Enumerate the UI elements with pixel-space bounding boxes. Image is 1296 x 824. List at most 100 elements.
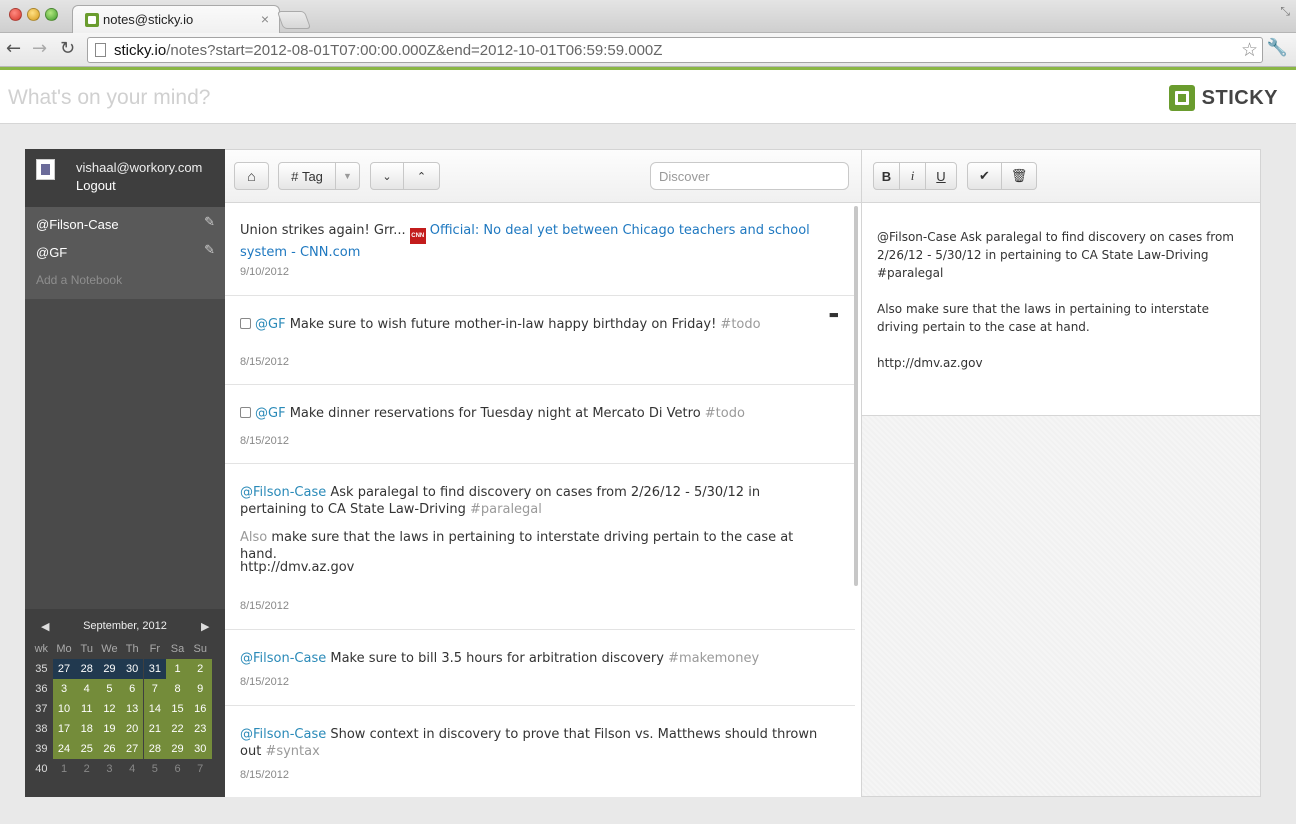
note-item[interactable]: @Filson-Case Show context in discovery t… <box>225 706 855 798</box>
pencil-icon[interactable]: ✎ <box>204 243 215 258</box>
calendar-day[interactable]: 10 <box>52 699 76 719</box>
calendar-day[interactable]: 5 <box>98 679 121 699</box>
calendar-day[interactable]: 15 <box>166 699 189 719</box>
forward-arrow-icon[interactable]: → <box>32 38 47 60</box>
calendar-day[interactable]: 6 <box>166 759 189 779</box>
address-bar[interactable]: sticky.io/notes?start=2012-08-01T07:00:0… <box>87 37 1263 63</box>
logout-link[interactable]: Logout <box>76 178 116 193</box>
calendar-day[interactable]: 22 <box>166 719 189 739</box>
calendar-day[interactable]: 30 <box>188 739 212 759</box>
user-email: vishaal@workory.com <box>76 160 203 175</box>
calendar-day[interactable]: 24 <box>52 739 76 759</box>
calendar-day[interactable]: 19 <box>98 719 121 739</box>
calendar-day[interactable]: 5 <box>144 759 167 779</box>
calendar-day[interactable]: 3 <box>98 759 121 779</box>
pencil-icon[interactable]: ✎ <box>204 215 215 230</box>
expand-all-button[interactable]: ⌄ <box>370 162 404 190</box>
new-tab-button[interactable] <box>276 11 312 29</box>
calendar-day[interactable]: 8 <box>166 679 189 699</box>
calendar-day[interactable]: 12 <box>98 699 121 719</box>
fullscreen-icon[interactable]: ⤡ <box>1280 4 1290 19</box>
tab-close-icon[interactable]: × <box>261 11 269 27</box>
compose-note-input[interactable] <box>8 83 908 113</box>
calendar-day[interactable]: 11 <box>75 699 99 719</box>
calendar-day[interactable]: 9 <box>188 679 212 699</box>
note-hashtag[interactable]: #todo <box>705 406 745 421</box>
calendar-day[interactable]: 13 <box>120 699 144 719</box>
calendar-day[interactable]: 31 <box>143 659 167 679</box>
calendar-day[interactable]: 3 <box>52 679 76 699</box>
window-close-button[interactable] <box>9 8 22 21</box>
note-mention[interactable]: @Filson-Case <box>240 485 326 500</box>
browser-tab-active[interactable]: notes@sticky.io × <box>72 5 280 33</box>
reload-icon[interactable]: ↻ <box>60 38 75 60</box>
calendar-day[interactable]: 21 <box>143 719 167 739</box>
calendar-day[interactable]: 29 <box>166 739 189 759</box>
home-button[interactable]: ⌂ <box>234 162 269 190</box>
collapse-all-button[interactable]: ⌃ <box>403 162 440 190</box>
note-item[interactable]: @Filson-Case Make sure to bill 3.5 hours… <box>225 630 855 706</box>
calendar-day[interactable]: 20 <box>120 719 144 739</box>
note-hashtag[interactable]: #syntax <box>265 744 319 759</box>
note-item[interactable]: @GF Make dinner reservations for Tuesday… <box>225 385 855 464</box>
calendar-day[interactable]: 7 <box>189 759 212 779</box>
mark-done-button[interactable]: ✔ <box>967 162 1002 190</box>
calendar-next-month-icon[interactable]: ▶ <box>201 620 209 633</box>
note-mention[interactable]: @GF <box>255 317 286 332</box>
calendar-day[interactable]: 29 <box>98 659 121 679</box>
calendar-day[interactable]: 2 <box>75 759 98 779</box>
note-editor[interactable]: @Filson-Case Ask paralegal to find disco… <box>862 203 1260 416</box>
notes-scrollbar[interactable] <box>854 206 858 586</box>
calendar-day[interactable]: 6 <box>120 679 144 699</box>
note-hashtag[interactable]: #paralegal <box>470 502 542 517</box>
chevron-up-icon: ⌃ <box>416 170 427 183</box>
back-arrow-icon[interactable]: ← <box>6 38 21 60</box>
wrench-menu-icon[interactable]: 🔧 <box>1267 38 1288 58</box>
note-item[interactable]: @GF Make sure to wish future mother-in-l… <box>225 296 855 385</box>
sticky-logo[interactable]: STICKY <box>1168 84 1278 112</box>
todo-checkbox[interactable] <box>240 407 251 418</box>
discover-search-input[interactable] <box>650 162 849 190</box>
address-url[interactable]: sticky.io/notes?start=2012-08-01T07:00:0… <box>114 42 662 59</box>
notebook-item-filson-case[interactable]: @Filson-Case <box>36 217 119 232</box>
calendar-day[interactable]: 28 <box>75 659 99 679</box>
calendar-day[interactable]: 27 <box>120 739 144 759</box>
italic-button[interactable]: i <box>899 162 926 190</box>
calendar-day[interactable]: 28 <box>143 739 167 759</box>
calendar-day[interactable]: 2 <box>188 659 212 679</box>
note-mention[interactable]: @Filson-Case <box>240 651 326 666</box>
note-mention[interactable]: @Filson-Case <box>240 727 326 742</box>
calendar-day[interactable]: 4 <box>121 759 144 779</box>
calendar-day[interactable]: 17 <box>52 719 76 739</box>
bold-button[interactable]: B <box>873 162 900 190</box>
note-date: 8/15/2012 <box>240 769 289 781</box>
add-notebook-link[interactable]: Add a Notebook <box>36 273 122 287</box>
calendar-day[interactable]: 26 <box>98 739 121 759</box>
note-item[interactable]: Union strikes again! Grr... CNN Official:… <box>225 203 855 296</box>
note-mention[interactable]: @GF <box>255 406 286 421</box>
note-item[interactable]: @Filson-Case Ask paralegal to find disco… <box>225 464 855 630</box>
calendar-day[interactable]: 16 <box>188 699 212 719</box>
calendar-day[interactable]: 4 <box>75 679 99 699</box>
window-zoom-button[interactable] <box>45 8 58 21</box>
underline-button[interactable]: U <box>925 162 957 190</box>
comment-icon[interactable]: ▬ <box>829 308 839 321</box>
notebook-item-gf[interactable]: @GF <box>36 245 67 260</box>
calendar-day[interactable]: 7 <box>143 679 167 699</box>
calendar-day[interactable]: 25 <box>75 739 99 759</box>
calendar-day[interactable]: 14 <box>143 699 167 719</box>
bookmark-star-icon[interactable]: ☆ <box>1241 39 1258 61</box>
delete-note-button[interactable]: 🗑 <box>1001 162 1037 190</box>
todo-checkbox[interactable] <box>240 318 251 329</box>
note-hashtag[interactable]: #makemoney <box>668 651 759 666</box>
note-hashtag[interactable]: #todo <box>720 317 760 332</box>
tag-dropdown-button[interactable]: ▼ <box>335 162 360 190</box>
window-minimize-button[interactable] <box>27 8 40 21</box>
calendar-day[interactable]: 1 <box>166 659 189 679</box>
calendar-day[interactable]: 1 <box>53 759 76 779</box>
calendar-day[interactable]: 30 <box>120 659 144 679</box>
calendar-day[interactable]: 27 <box>52 659 76 679</box>
tag-button[interactable]: # Tag <box>278 162 336 190</box>
calendar-day[interactable]: 18 <box>75 719 99 739</box>
calendar-day[interactable]: 23 <box>188 719 212 739</box>
